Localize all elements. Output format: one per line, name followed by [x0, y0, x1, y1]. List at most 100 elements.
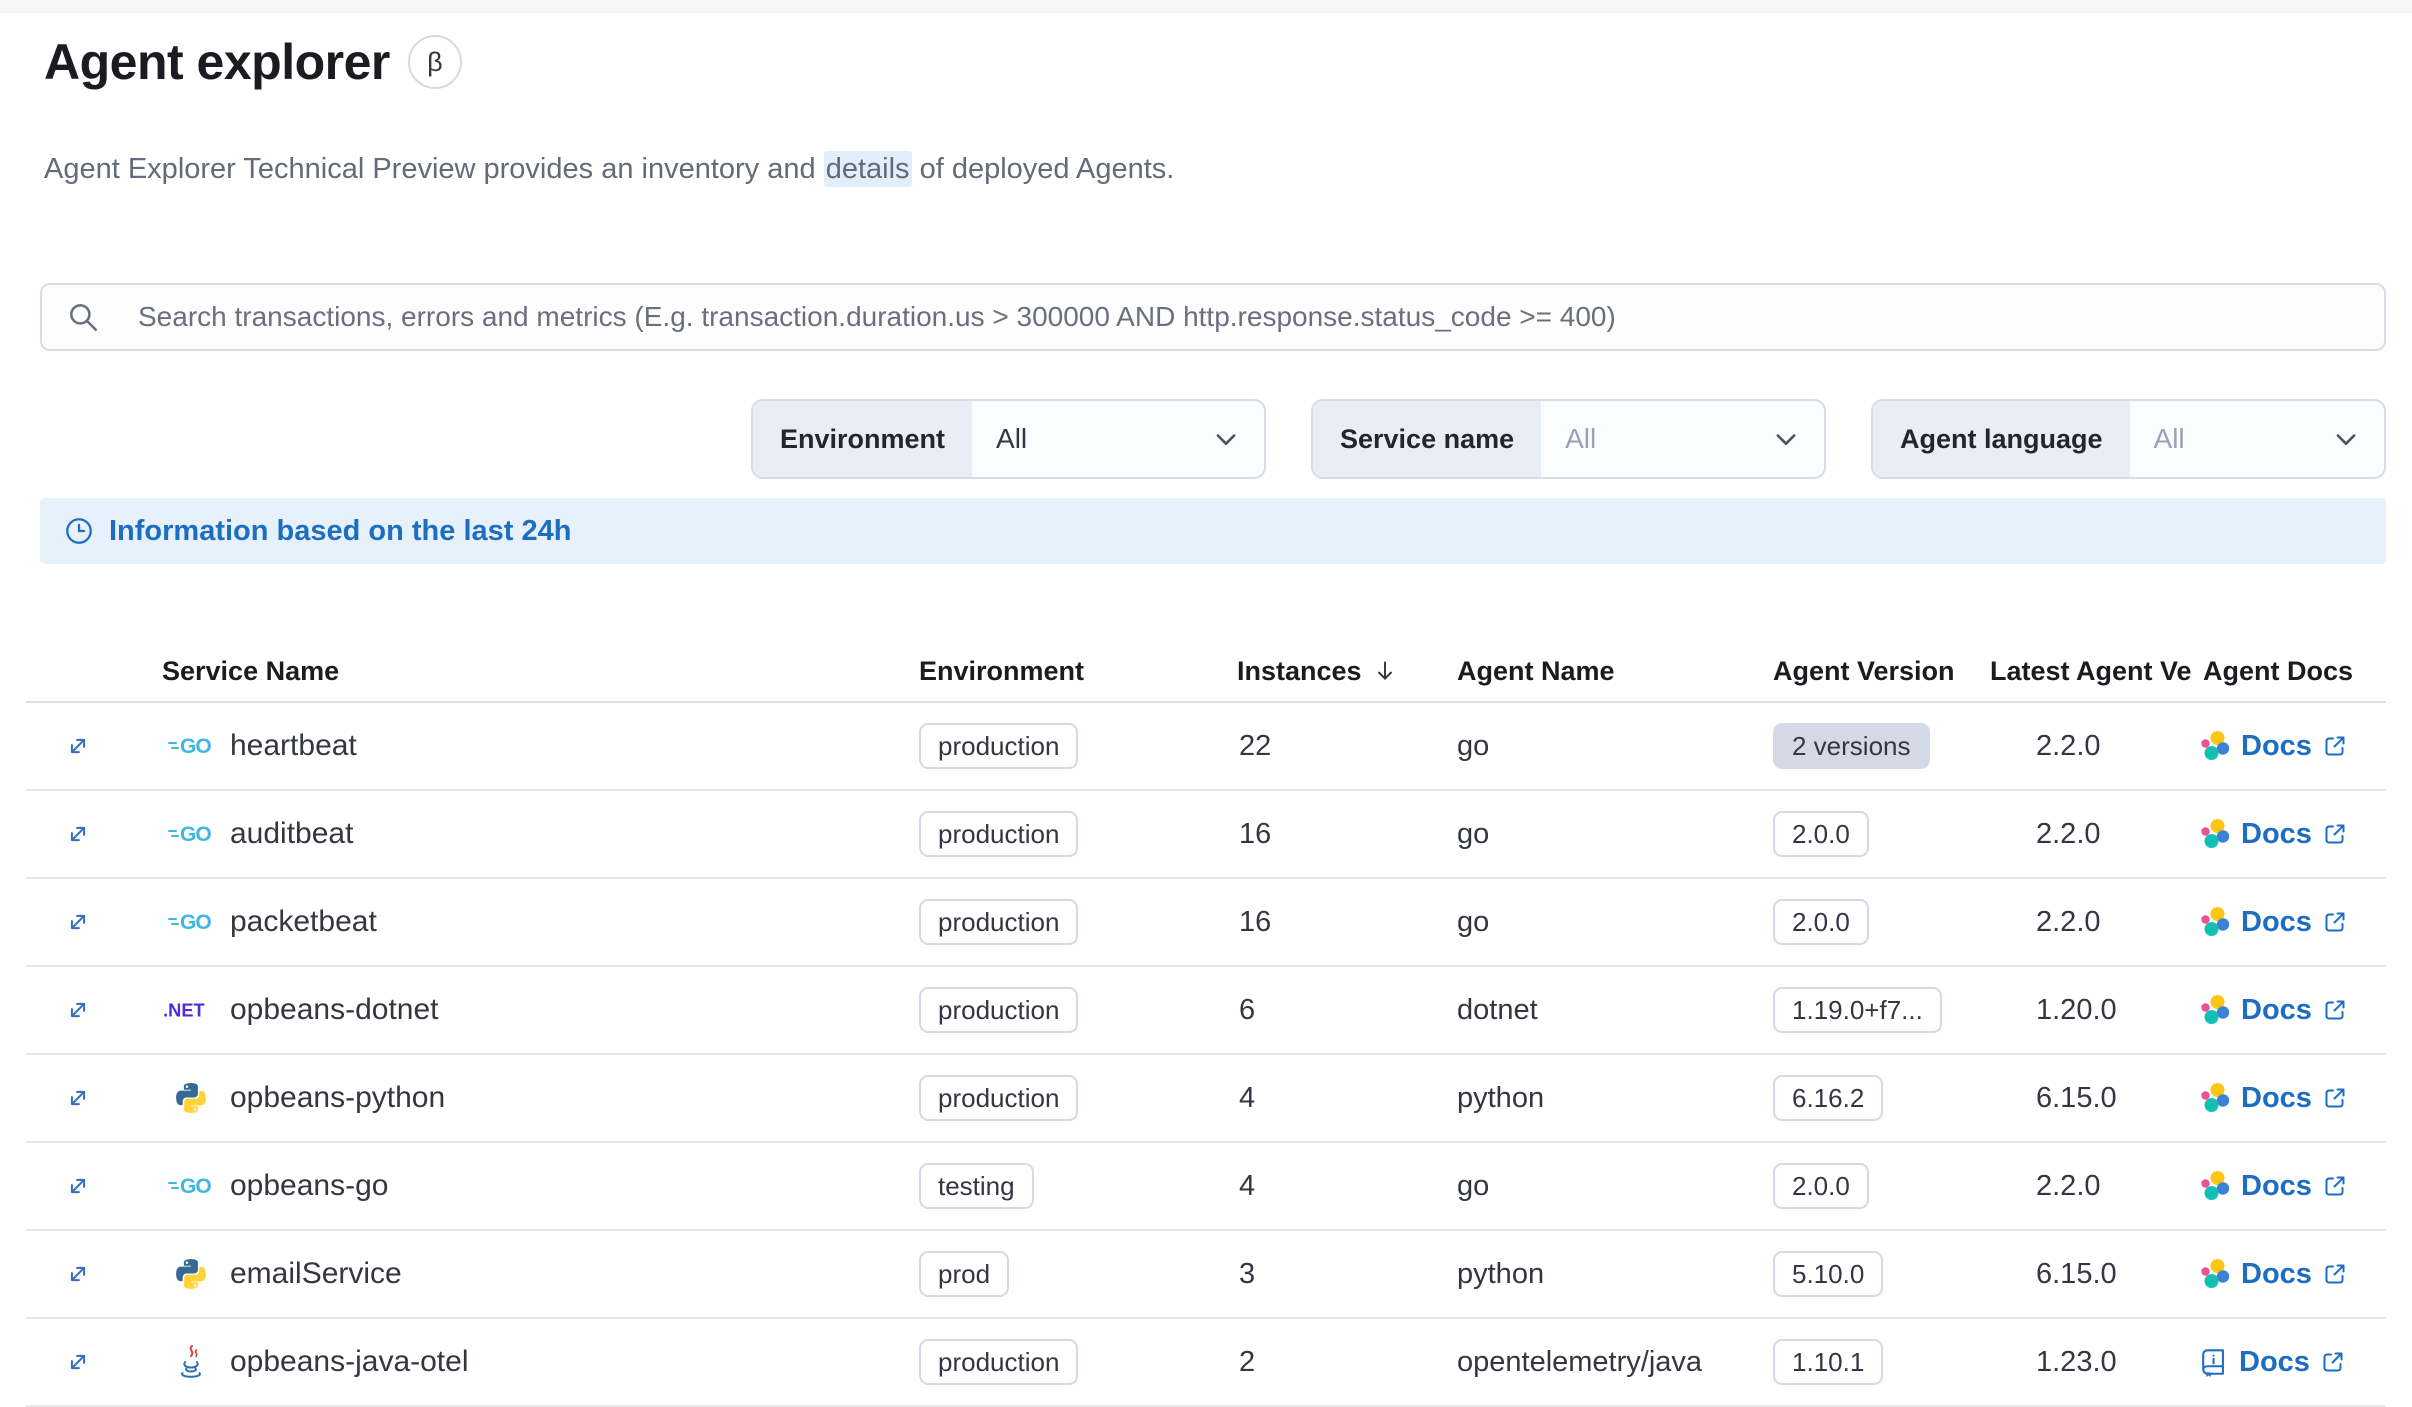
latest-agent-version: 2.2.0	[2036, 1169, 2101, 1202]
agents-table: Service Name Environment Instances Agent…	[26, 641, 2386, 1407]
chevron-down-icon	[1212, 401, 1264, 477]
agent-docs-link[interactable]: Docs	[2199, 818, 2348, 851]
table-row: emailService prod 3 python 5.10.0 6.15.0 Docs	[26, 1231, 2386, 1319]
agent-docs-link[interactable]: Docs	[2199, 1170, 2348, 1203]
instances-value: 16	[1239, 905, 1272, 938]
latest-agent-version: 2.2.0	[2036, 817, 2101, 850]
docs-link-label: Docs	[2241, 993, 2312, 1026]
column-header-agent-docs: Agent Docs	[2203, 655, 2354, 686]
expand-icon	[63, 907, 93, 937]
service-name: auditbeat	[230, 817, 354, 850]
elastic-logo-icon	[2199, 1170, 2231, 1202]
external-link-icon	[2322, 1261, 2348, 1287]
subtitle-highlighted-word: details	[823, 151, 912, 187]
expand-icon	[63, 995, 93, 1025]
service-name-filter-label: Service name	[1313, 401, 1542, 477]
search-input[interactable]	[40, 283, 2386, 351]
expand-icon	[63, 1259, 93, 1289]
agent-docs-link[interactable]: Docs	[2199, 1082, 2348, 1115]
agent-name: python	[1457, 1257, 1545, 1290]
instances-value: 16	[1239, 817, 1272, 850]
environment-filter-value: All	[996, 423, 1028, 454]
svg-text:GO: GO	[180, 1175, 211, 1198]
agent-version-badge: 1.10.1	[1773, 1339, 1884, 1385]
elastic-logo-icon	[2199, 906, 2231, 938]
expand-row-button[interactable]	[57, 901, 99, 943]
environment-badge: production	[919, 811, 1079, 857]
service-name: opbeans-dotnet	[230, 993, 439, 1026]
column-header-service-name[interactable]: Service Name	[130, 656, 905, 687]
latest-agent-version: 1.23.0	[2036, 1345, 2117, 1378]
latest-agent-version: 6.15.0	[2036, 1081, 2117, 1114]
expand-row-button[interactable]	[57, 1341, 99, 1383]
agent-name: opentelemetry/java	[1457, 1345, 1703, 1378]
go-logo-icon: GO	[160, 1173, 222, 1199]
agent-docs-link[interactable]: Docs	[2199, 906, 2348, 939]
instances-value: 6	[1239, 993, 1256, 1026]
latest-agent-version: 1.20.0	[2036, 993, 2117, 1026]
service-name: emailService	[230, 1257, 402, 1290]
expand-row-button[interactable]	[57, 1165, 99, 1207]
expand-icon	[63, 819, 93, 849]
expand-icon	[63, 1083, 93, 1113]
expand-row-button[interactable]	[57, 989, 99, 1031]
banner-text: Information based on the last 24h	[109, 514, 572, 547]
expand-row-button[interactable]	[57, 1077, 99, 1119]
docs-link-label: Docs	[2241, 729, 2312, 762]
expand-icon	[63, 731, 93, 761]
search-bar	[40, 283, 2386, 351]
svg-text:.NET: .NET	[163, 999, 205, 1020]
agent-name: go	[1457, 729, 1490, 762]
table-body: GO heartbeat production 22 go 2 versions 2.2.0…	[26, 703, 2386, 1407]
chevron-down-icon	[2332, 401, 2384, 477]
environment-badge: production	[919, 899, 1079, 945]
java-logo-icon	[160, 1344, 222, 1380]
column-header-agent-name[interactable]: Agent Name	[1445, 656, 1765, 687]
agent-docs-link[interactable]: Docs	[2199, 1258, 2348, 1291]
expand-row-button[interactable]	[57, 725, 99, 767]
agent-name: python	[1457, 1081, 1545, 1114]
documentation-icon	[2199, 1347, 2229, 1377]
table-row: opbeans-python production 4 python 6.16.2 6.1…	[26, 1055, 2386, 1143]
agent-language-filter[interactable]: Agent language All	[1871, 399, 2386, 479]
instances-value: 2	[1239, 1345, 1256, 1378]
latest-agent-version: 6.15.0	[2036, 1257, 2117, 1290]
table-row: .NET opbeans-dotnet production 6 dotnet 1.19.…	[26, 967, 2386, 1055]
page-header: Agent explorer β	[44, 31, 2368, 93]
filter-bar: Environment All Service name All Agent l…	[40, 399, 2386, 479]
instances-value: 3	[1239, 1257, 1256, 1290]
agent-version-badge[interactable]: 2 versions	[1773, 723, 1930, 769]
column-header-agent-version: Agent Version	[1773, 655, 1955, 686]
environment-badge: production	[919, 723, 1079, 769]
column-header-latest-agent-version[interactable]: Latest Agent Ve	[1980, 656, 2195, 687]
go-logo-icon: GO	[160, 909, 222, 935]
docs-link-label: Docs	[2241, 1081, 2312, 1114]
agent-version-badge: 1.19.0+f7...	[1773, 987, 1942, 1033]
elastic-logo-icon	[2199, 1082, 2231, 1114]
column-header-instances[interactable]: Instances	[1225, 656, 1445, 687]
service-name-filter[interactable]: Service name All	[1311, 399, 1826, 479]
service-name-filter-value: All	[1565, 423, 1597, 454]
environment-filter[interactable]: Environment All	[751, 399, 1266, 479]
table-row: GO opbeans-go testing 4 go 2.0.0 2.2.0 Docs	[26, 1143, 2386, 1231]
time-range-banner: Information based on the last 24h	[40, 498, 2386, 564]
expand-row-button[interactable]	[57, 813, 99, 855]
agent-name: go	[1457, 817, 1490, 850]
agent-docs-link[interactable]: Docs	[2199, 1346, 2346, 1379]
page-subtitle: Agent Explorer Technical Preview provide…	[44, 149, 2368, 189]
top-strip	[0, 0, 2412, 13]
instances-value: 4	[1239, 1081, 1256, 1114]
agent-version-badge: 5.10.0	[1773, 1251, 1884, 1297]
python-logo-icon	[160, 1081, 222, 1115]
column-header-environment[interactable]: Environment	[905, 656, 1225, 687]
agent-language-filter-label: Agent language	[1873, 401, 2130, 477]
expand-row-button[interactable]	[57, 1253, 99, 1295]
agent-docs-link[interactable]: Docs	[2199, 994, 2348, 1027]
dotnet-logo-icon: .NET	[160, 998, 222, 1023]
page-title: Agent explorer	[44, 34, 390, 90]
external-link-icon	[2322, 1173, 2348, 1199]
agent-name: dotnet	[1457, 993, 1538, 1026]
agent-docs-link[interactable]: Docs	[2199, 730, 2348, 763]
external-link-icon	[2322, 1085, 2348, 1111]
expand-icon	[63, 1171, 93, 1201]
